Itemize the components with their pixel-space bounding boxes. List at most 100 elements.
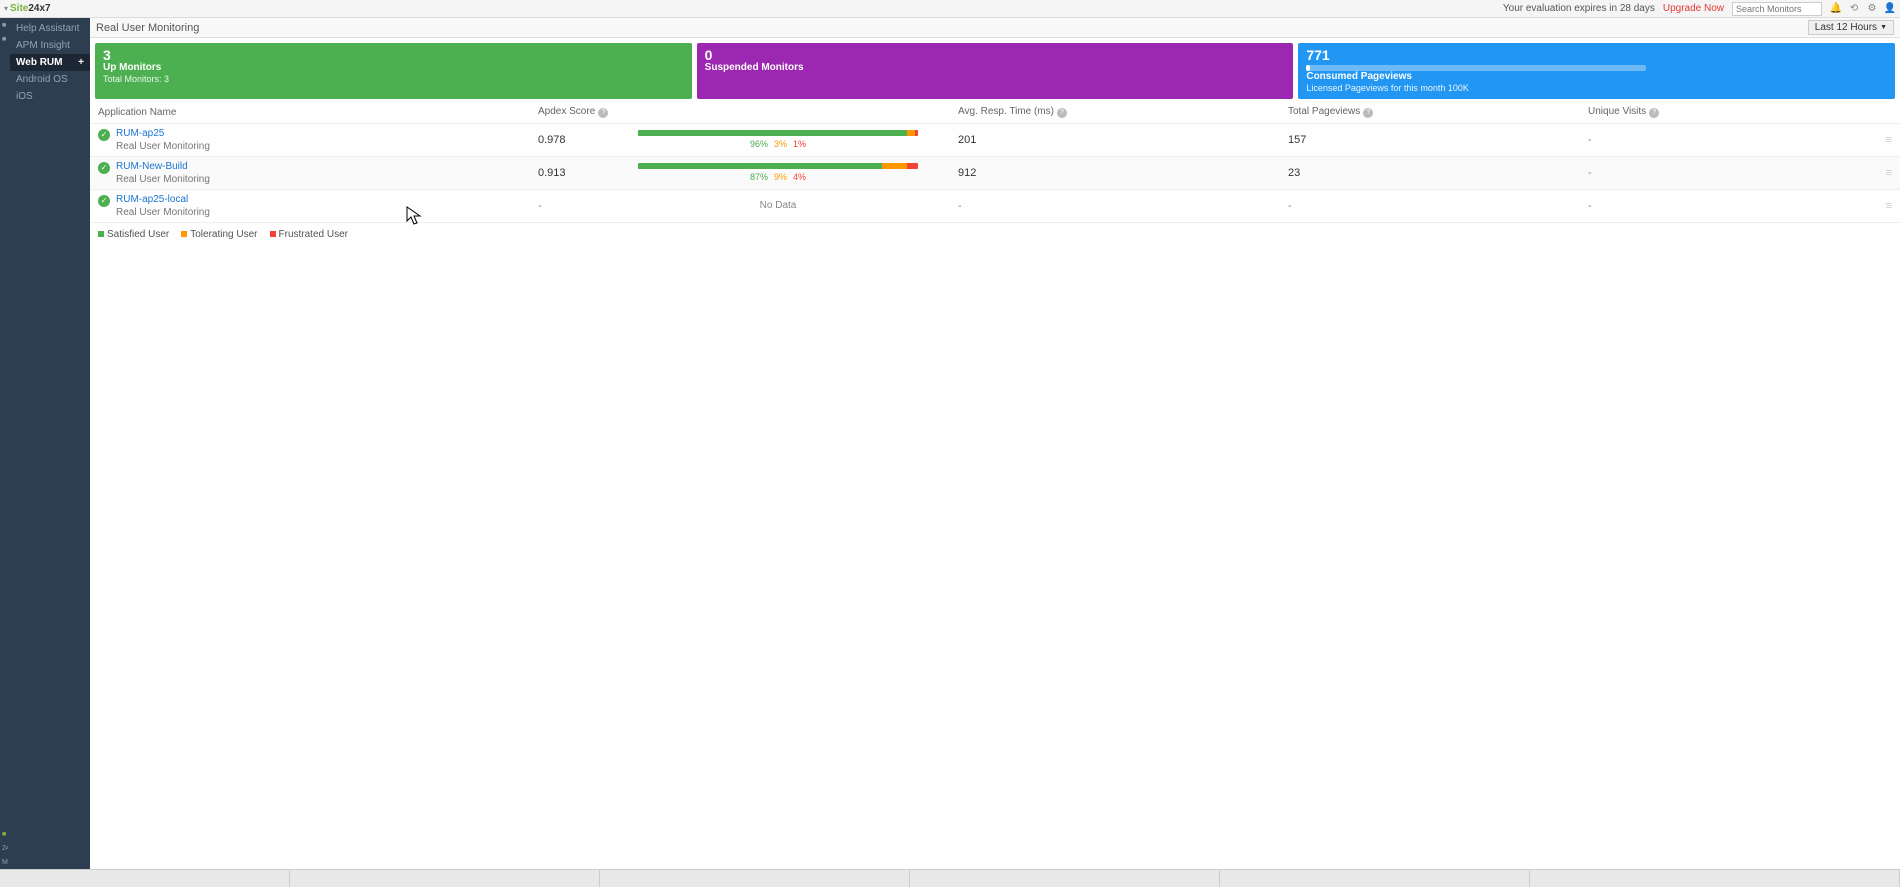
sidebar-item-ios[interactable]: iOS (10, 88, 90, 105)
evaluation-notice: Your evaluation expires in 28 days (1503, 3, 1655, 14)
status-up-icon: ✓ (98, 195, 110, 207)
bar-satisfied (638, 163, 882, 169)
gear-icon[interactable]: ⚙ (1866, 3, 1878, 15)
bar-tolerating (907, 130, 915, 136)
rail-icon[interactable]: M (2, 859, 8, 865)
logo-prefix: Site (10, 3, 28, 14)
row-menu-icon[interactable]: ≡ (1872, 134, 1892, 146)
status-up-icon: ✓ (98, 162, 110, 174)
cell-resptime: - (958, 200, 1288, 212)
bell-icon[interactable]: 🔔 (1830, 3, 1842, 15)
cell-apdex-bar: No Data (638, 200, 958, 211)
card-value: 771 (1306, 48, 1887, 62)
top-bar: ▾ Site24x7 Your evaluation expires in 28… (0, 0, 1900, 18)
bar-label-frustrated: 4% (793, 172, 806, 182)
card-sublabel: Total Monitors: 3 (103, 74, 684, 85)
legend-square-icon (98, 231, 104, 237)
col-header-apdex[interactable]: Apdex Score? (538, 106, 638, 118)
cell-apdex: - (538, 200, 638, 212)
info-icon[interactable]: ? (598, 108, 608, 118)
plus-icon[interactable]: + (78, 57, 84, 68)
cell-apdex: 0.913 (538, 167, 638, 179)
page-header: Real User Monitoring Last 12 Hours ▼ (90, 18, 1900, 38)
legend-square-icon (181, 231, 187, 237)
table-row: ✓ RUM-New-Build Real User Monitoring 0.9… (90, 157, 1900, 190)
table-row: ✓ RUM-ap25-local Real User Monitoring - … (90, 190, 1900, 223)
card-label: Suspended Monitors (705, 62, 1286, 74)
sidebar-item-label: Android OS (16, 74, 68, 85)
bar-label-tolerating: 3% (774, 139, 787, 149)
dropdown-caret-icon: ▾ (4, 4, 8, 13)
rail-icon[interactable]: ■ (2, 22, 8, 28)
sidebar: Help Assistant APM Insight Web RUM + And… (10, 18, 90, 869)
bottom-segment (600, 870, 910, 887)
timerange-selector[interactable]: Last 12 Hours ▼ (1808, 20, 1894, 35)
icon-rail: ■ ■ ■ 24 M (0, 18, 10, 869)
monitor-link[interactable]: RUM-ap25 (116, 127, 210, 140)
bar-label-satisfied: 87% (750, 172, 768, 182)
monitor-type: Real User Monitoring (116, 173, 210, 186)
info-icon[interactable]: ? (1649, 108, 1659, 118)
card-label: Consumed Pageviews (1306, 71, 1887, 83)
card-sublabel: Licensed Pageviews for this month 100K (1306, 83, 1887, 94)
legend-square-icon (270, 231, 276, 237)
cell-pageviews: - (1288, 200, 1588, 212)
bar-label-satisfied: 96% (750, 139, 768, 149)
col-header-uniquevisits[interactable]: Unique Visits? (1588, 106, 1872, 118)
bottom-segment (1530, 870, 1900, 887)
monitor-link[interactable]: RUM-New-Build (116, 160, 210, 173)
monitor-link[interactable]: RUM-ap25-local (116, 193, 210, 206)
main-content: Real User Monitoring Last 12 Hours ▼ 3 U… (90, 18, 1900, 869)
cell-pageviews: 23 (1288, 167, 1588, 179)
info-icon[interactable]: ? (1057, 108, 1067, 118)
brand-logo[interactable]: ▾ Site24x7 (4, 3, 51, 14)
bar-tolerating (882, 163, 907, 169)
cell-uniquevisits: - (1588, 200, 1872, 212)
bottom-status-bar (0, 869, 1900, 887)
row-menu-icon[interactable]: ≡ (1872, 167, 1892, 179)
logo-suffix: 24x7 (28, 3, 50, 14)
sidebar-item-label: Help Assistant (16, 23, 79, 34)
status-up-icon: ✓ (98, 129, 110, 141)
sidebar-item-label: APM Insight (16, 40, 70, 51)
page-title: Real User Monitoring (96, 22, 199, 34)
col-header-resptime[interactable]: Avg. Resp. Time (ms)? (958, 106, 1288, 118)
table-header: Application Name Apdex Score? Avg. Resp.… (90, 102, 1900, 124)
upgrade-link[interactable]: Upgrade Now (1663, 3, 1724, 14)
search-input[interactable] (1732, 2, 1822, 16)
cell-uniquevisits: - (1588, 167, 1872, 179)
timerange-label: Last 12 Hours (1815, 22, 1877, 33)
no-data-label: No Data (638, 200, 918, 211)
rail-icon[interactable]: ■ (2, 831, 8, 837)
sidebar-item-label: Web RUM (16, 57, 62, 68)
legend-tolerating: Tolerating User (181, 229, 257, 240)
bar-label-frustrated: 1% (793, 139, 806, 149)
sidebar-item-android[interactable]: Android OS (10, 71, 90, 88)
monitor-type: Real User Monitoring (116, 206, 210, 219)
bar-frustrated (915, 130, 918, 136)
card-up-monitors[interactable]: 3 Up Monitors Total Monitors: 3 (95, 43, 692, 99)
info-icon[interactable]: ? (1363, 108, 1373, 118)
card-value: 3 (103, 48, 684, 62)
cell-uniquevisits: - (1588, 134, 1872, 146)
apdex-legend: Satisfied User Tolerating User Frustrate… (90, 223, 1900, 246)
chevron-down-icon: ▼ (1880, 24, 1887, 31)
card-consumed-pageviews[interactable]: 771 Consumed Pageviews Licensed Pageview… (1298, 43, 1895, 99)
row-menu-icon[interactable]: ≡ (1872, 200, 1892, 212)
bottom-segment (1220, 870, 1530, 887)
rail-icon[interactable]: 24 (2, 845, 8, 851)
col-header-pageviews[interactable]: Total Pageviews? (1288, 106, 1588, 118)
sidebar-item-apm[interactable]: APM Insight (10, 37, 90, 54)
user-icon[interactable]: 👤 (1884, 3, 1896, 15)
refresh-icon[interactable]: ⟲ (1848, 3, 1860, 15)
sidebar-item-label: iOS (16, 91, 33, 102)
sidebar-item-webrum[interactable]: Web RUM + (10, 54, 90, 71)
rail-icon[interactable]: ■ (2, 36, 8, 42)
col-header-appname[interactable]: Application Name (98, 107, 538, 118)
table-row: ✓ RUM-ap25 Real User Monitoring 0.978 96… (90, 124, 1900, 157)
sidebar-item-help[interactable]: Help Assistant (10, 20, 90, 37)
bottom-segment (0, 870, 290, 887)
bar-satisfied (638, 130, 907, 136)
card-suspended-monitors[interactable]: 0 Suspended Monitors (697, 43, 1294, 99)
card-label: Up Monitors (103, 62, 684, 74)
